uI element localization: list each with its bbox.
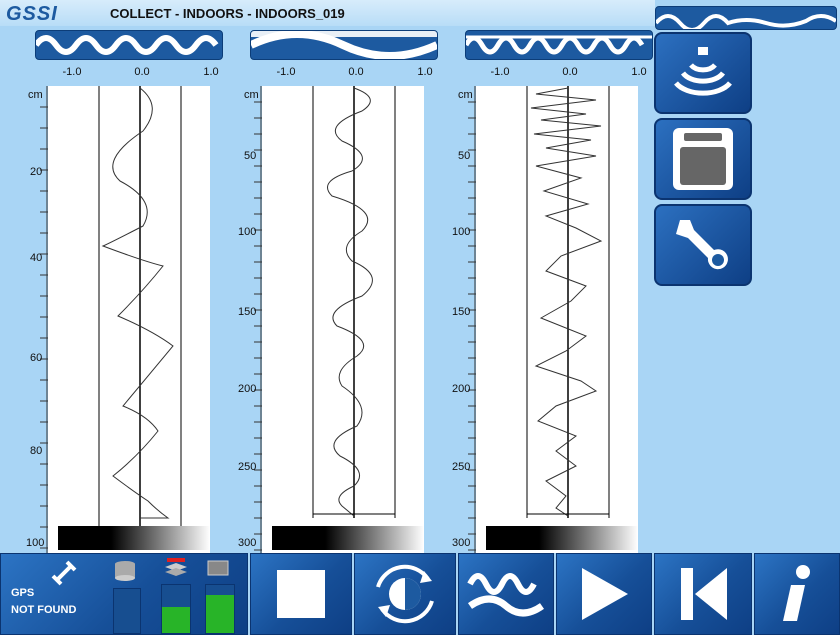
channel2-wave-icon[interactable] xyxy=(250,30,438,60)
depth-unit-label: cm xyxy=(28,89,43,101)
depth-ticks xyxy=(40,86,48,554)
channel1-scale: -1.0 0.0 1.0 xyxy=(48,66,219,80)
transfer-icon xyxy=(165,558,187,576)
storage-button[interactable] xyxy=(654,118,752,200)
depth-label: 40 xyxy=(30,252,43,264)
color-scale-bar xyxy=(272,526,424,550)
depth-label: 150 xyxy=(238,306,257,318)
info-icon xyxy=(783,565,810,621)
screen-icon xyxy=(207,560,229,576)
depth-axis: cm 50 100 150 200 250 300 xyxy=(214,86,262,554)
storage-meter xyxy=(113,588,141,634)
depth-label: 100 xyxy=(26,537,45,549)
stop-icon xyxy=(277,570,325,618)
depth-label: 100 xyxy=(238,226,257,238)
channel1-wave-icon[interactable] xyxy=(35,30,223,60)
scale-zero-label: 0.0 xyxy=(134,66,150,78)
gssi-logo: GSSI xyxy=(6,3,58,25)
depth-label: 50 xyxy=(244,150,257,162)
depth-axis: cm 50 100 150 200 250 300 xyxy=(428,86,476,554)
bottom-toolbar: GPS NOT FOUND xyxy=(0,553,840,635)
depth-label: 200 xyxy=(452,383,471,395)
skip-back-icon xyxy=(681,568,727,620)
collect-screen: GSSI COLLECT - INDOORS - INDOORS_019 -1.… xyxy=(0,0,840,635)
depth-label: 250 xyxy=(238,461,257,473)
scale-max-label: 1.0 xyxy=(417,66,433,78)
channel3-scale: -1.0 0.0 1.0 xyxy=(476,66,647,80)
wrench-icon xyxy=(676,220,728,270)
depth-label: 20 xyxy=(30,166,43,178)
channel3-panel: cm 50 100 150 200 250 300 xyxy=(428,86,638,554)
depth-label: 200 xyxy=(238,383,257,395)
color-scale-bar xyxy=(486,526,638,550)
gpr-trace-3 xyxy=(526,86,610,518)
depth-label: 300 xyxy=(238,537,257,549)
depth-axis: cm 20 40 60 80 100 xyxy=(0,86,48,554)
battery-fill-1 xyxy=(162,606,190,633)
scale-zero-label: 0.0 xyxy=(348,66,364,78)
wave-filter-button[interactable] xyxy=(458,553,554,635)
cycle-icon xyxy=(376,564,434,624)
depth-label: 150 xyxy=(452,306,471,318)
info-button[interactable] xyxy=(754,553,840,635)
battery-meter-1 xyxy=(161,584,191,634)
satellite-icon xyxy=(51,560,77,586)
stop-button[interactable] xyxy=(250,553,352,635)
channel2-scale: -1.0 0.0 1.0 xyxy=(262,66,433,80)
gps-status: NOT FOUND xyxy=(11,604,77,616)
depth-label: 250 xyxy=(452,461,471,473)
channel2-panel: cm 50 100 150 200 250 300 xyxy=(214,86,424,554)
database-icon xyxy=(115,561,135,581)
scale-zero-label: 0.0 xyxy=(562,66,578,78)
color-scale-bar xyxy=(58,526,210,550)
wave-indicator-icon xyxy=(655,6,837,30)
scale-min-label: -1.0 xyxy=(490,66,510,78)
battery-meter-2 xyxy=(205,584,235,634)
battery-fill-2 xyxy=(206,594,234,633)
title-bar: GSSI COLLECT - INDOORS - INDOORS_019 xyxy=(0,0,655,26)
page-title: COLLECT - INDOORS - INDOORS_019 xyxy=(110,6,345,21)
depth-label: 300 xyxy=(452,537,471,549)
skip-back-button[interactable] xyxy=(654,553,752,635)
settings-button[interactable] xyxy=(654,204,752,286)
wave-filter-icon xyxy=(467,573,545,617)
antenna-signal-icon xyxy=(674,47,732,96)
channel3-wave-icon[interactable] xyxy=(465,30,653,60)
antenna-button[interactable] xyxy=(654,32,752,114)
status-panel: GPS NOT FOUND xyxy=(0,553,248,635)
depth-label: 60 xyxy=(30,352,43,364)
gpr-trace-1 xyxy=(98,86,182,526)
scale-min-label: -1.0 xyxy=(276,66,296,78)
depth-label: 100 xyxy=(452,226,471,238)
play-button[interactable] xyxy=(556,553,652,635)
scale-min-label: -1.0 xyxy=(62,66,82,78)
scale-max-label: 1.0 xyxy=(631,66,647,78)
gpr-trace-2 xyxy=(312,86,396,518)
depth-unit-label: cm xyxy=(244,89,259,101)
scale-max-label: 1.0 xyxy=(203,66,219,78)
depth-label: 50 xyxy=(458,150,471,162)
depth-label: 80 xyxy=(30,445,43,457)
play-icon xyxy=(582,568,628,620)
depth-unit-label: cm xyxy=(458,89,473,101)
channel1-panel: cm 20 40 60 80 100 xyxy=(0,86,210,554)
gps-label: GPS xyxy=(11,587,35,599)
cycle-button[interactable] xyxy=(354,553,456,635)
storage-device-icon xyxy=(673,128,733,190)
